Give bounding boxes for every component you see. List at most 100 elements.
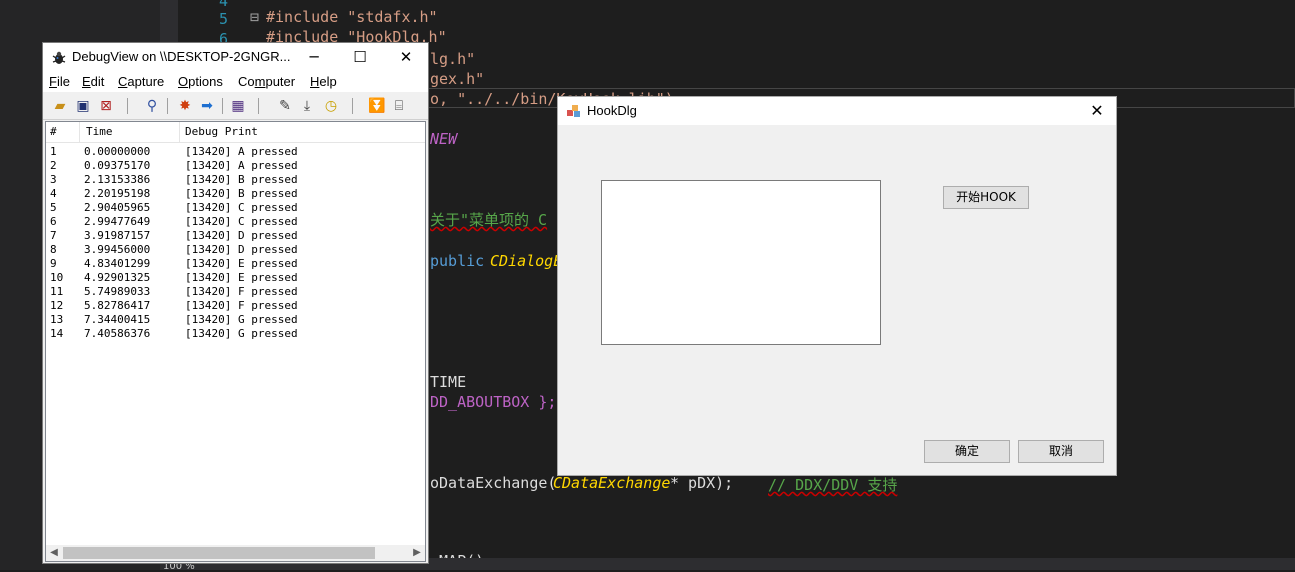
close-icon: ✕: [399, 48, 413, 66]
horizontal-scrollbar[interactable]: ◀ ▶: [46, 545, 425, 561]
row-time: 4.83401299: [84, 257, 151, 270]
minimize-button[interactable]: ─: [291, 43, 337, 72]
debugview-window: DebugView on \\DESKTOP-2GNGR... ─ ☐ ✕ Fi…: [42, 42, 429, 564]
window-title: DebugView on \\DESKTOP-2GNGR...: [72, 49, 291, 64]
menu-options[interactable]: Options: [178, 74, 223, 89]
line-number: 5: [218, 10, 228, 28]
debugview-titlebar[interactable]: DebugView on \\DESKTOP-2GNGR... ─ ☐ ✕: [43, 43, 428, 72]
maximize-button[interactable]: ☐: [337, 43, 383, 72]
code-keyword: public: [430, 252, 485, 270]
row-number: 2: [50, 159, 57, 172]
list-item[interactable]: 1 0.00000000 [13420] A pressed: [46, 145, 425, 159]
maximize-icon: ☐: [353, 48, 367, 66]
clock-icon[interactable]: ◷: [322, 97, 340, 115]
mfc-app-icon: [567, 105, 580, 117]
list-item[interactable]: 10 4.92901325 [13420] E pressed: [46, 271, 425, 285]
debug-output-list[interactable]: # Time Debug Print 1 0.00000000 [13420] A …: [45, 121, 426, 562]
toolbar: ▰ ▣ ⊠ ⚲ ✸ ➡ ▦ ✎ ⤓ ◷ ⏬ ⌸: [43, 93, 428, 120]
open-folder-icon[interactable]: ▰: [51, 97, 69, 115]
list-item[interactable]: 14 7.40586376 [13420] G pressed: [46, 327, 425, 341]
row-debug-print: [13420] C pressed: [185, 201, 298, 214]
capture-icon[interactable]: ✸: [176, 97, 194, 115]
row-number: 10: [50, 271, 64, 284]
code-fragment: oDataExchange(: [430, 474, 557, 492]
row-time: 3.99456000: [84, 243, 151, 256]
code-fragment: * pDX);: [670, 474, 734, 492]
close-button[interactable]: ✕: [383, 43, 429, 72]
list-item[interactable]: 11 5.74989033 [13420] F pressed: [46, 285, 425, 299]
row-number: 14: [50, 327, 64, 340]
row-time: 2.13153386: [84, 173, 151, 186]
clear-display-icon[interactable]: ⊠: [97, 97, 115, 115]
row-time: 0.00000000: [84, 145, 151, 158]
filter-icon[interactable]: ▦: [229, 97, 247, 115]
row-debug-print: [13420] B pressed: [185, 173, 298, 186]
row-number: 4: [50, 187, 57, 200]
autoscroll-icon[interactable]: ⤓: [298, 97, 316, 115]
code-fragment: NEW: [430, 130, 458, 148]
menu-help[interactable]: Help: [310, 74, 337, 89]
row-debug-print: [13420] A pressed: [185, 145, 298, 158]
edit-icon[interactable]: ✎: [276, 97, 294, 115]
list-item[interactable]: 13 7.34400415 [13420] G pressed: [46, 313, 425, 327]
find-icon[interactable]: ⚲: [143, 97, 161, 115]
line-number: 4: [218, 0, 228, 10]
hookdlg-titlebar[interactable]: HookDlg ✕: [558, 97, 1116, 125]
ok-button[interactable]: 确定: [924, 440, 1010, 463]
list-item[interactable]: 8 3.99456000 [13420] D pressed: [46, 243, 425, 257]
code-class-name: CDataExchange: [553, 474, 671, 492]
row-number: 7: [50, 229, 57, 242]
toolbar-separator: [352, 98, 353, 114]
code-fragment: DD_ABOUTBOX };: [430, 393, 557, 411]
toolbar-separator: [258, 98, 259, 114]
column-header-debug-print[interactable]: Debug Print: [185, 125, 258, 138]
row-debug-print: [13420] A pressed: [185, 159, 298, 172]
close-icon: ✕: [1090, 101, 1104, 120]
list-item[interactable]: 4 2.20195198 [13420] B pressed: [46, 187, 425, 201]
column-divider: [79, 122, 80, 142]
scrollbar-thumb[interactable]: [63, 547, 375, 559]
row-time: 4.92901325: [84, 271, 151, 284]
output-edit-box[interactable]: [601, 180, 881, 345]
history-icon[interactable]: ⌸: [390, 97, 408, 115]
start-hook-button[interactable]: 开始HOOK: [943, 186, 1029, 209]
row-number: 8: [50, 243, 57, 256]
column-header-time[interactable]: Time: [86, 125, 113, 138]
row-number: 9: [50, 257, 57, 270]
list-item[interactable]: 3 2.13153386 [13420] B pressed: [46, 173, 425, 187]
scroll-right-icon[interactable]: ▶: [409, 545, 425, 561]
list-item[interactable]: 7 3.91987157 [13420] D pressed: [46, 229, 425, 243]
highlight-icon[interactable]: ⏬: [368, 97, 386, 115]
menu-capture[interactable]: Capture: [118, 74, 164, 89]
menu-file[interactable]: File: [49, 74, 70, 89]
collapse-icon[interactable]: ⊟: [250, 8, 259, 26]
row-number: 12: [50, 299, 64, 312]
menu-edit[interactable]: Edit: [82, 74, 104, 89]
code-fragment: gex.h": [430, 70, 485, 88]
hookdlg-window: HookDlg ✕ 开始HOOK 确定 取消: [557, 96, 1117, 476]
list-item[interactable]: 5 2.90405965 [13420] C pressed: [46, 201, 425, 215]
row-number: 1: [50, 145, 57, 158]
menu-computer[interactable]: Computer: [238, 74, 295, 89]
row-debug-print: [13420] E pressed: [185, 271, 298, 284]
list-item[interactable]: 6 2.99477649 [13420] C pressed: [46, 215, 425, 229]
column-divider: [179, 122, 180, 142]
scroll-left-icon[interactable]: ◀: [46, 545, 62, 561]
row-number: 5: [50, 201, 57, 214]
row-number: 11: [50, 285, 64, 298]
toolbar-separator: [222, 98, 223, 114]
toolbar-separator: [127, 98, 128, 114]
list-item[interactable]: 9 4.83401299 [13420] E pressed: [46, 257, 425, 271]
code-fragment: lg.h": [430, 50, 476, 68]
close-button[interactable]: ✕: [1084, 99, 1110, 123]
cancel-button[interactable]: 取消: [1018, 440, 1104, 463]
list-item[interactable]: 12 5.82786417 [13420] F pressed: [46, 299, 425, 313]
column-header-number[interactable]: #: [50, 125, 57, 138]
arrow-right-icon[interactable]: ➡: [198, 97, 216, 115]
row-time: 2.90405965: [84, 201, 151, 214]
menubar: File Edit Capture Options Computer Help: [43, 72, 428, 92]
save-icon[interactable]: ▣: [74, 97, 92, 115]
row-debug-print: [13420] F pressed: [185, 299, 298, 312]
row-number: 3: [50, 173, 57, 186]
list-item[interactable]: 2 0.09375170 [13420] A pressed: [46, 159, 425, 173]
